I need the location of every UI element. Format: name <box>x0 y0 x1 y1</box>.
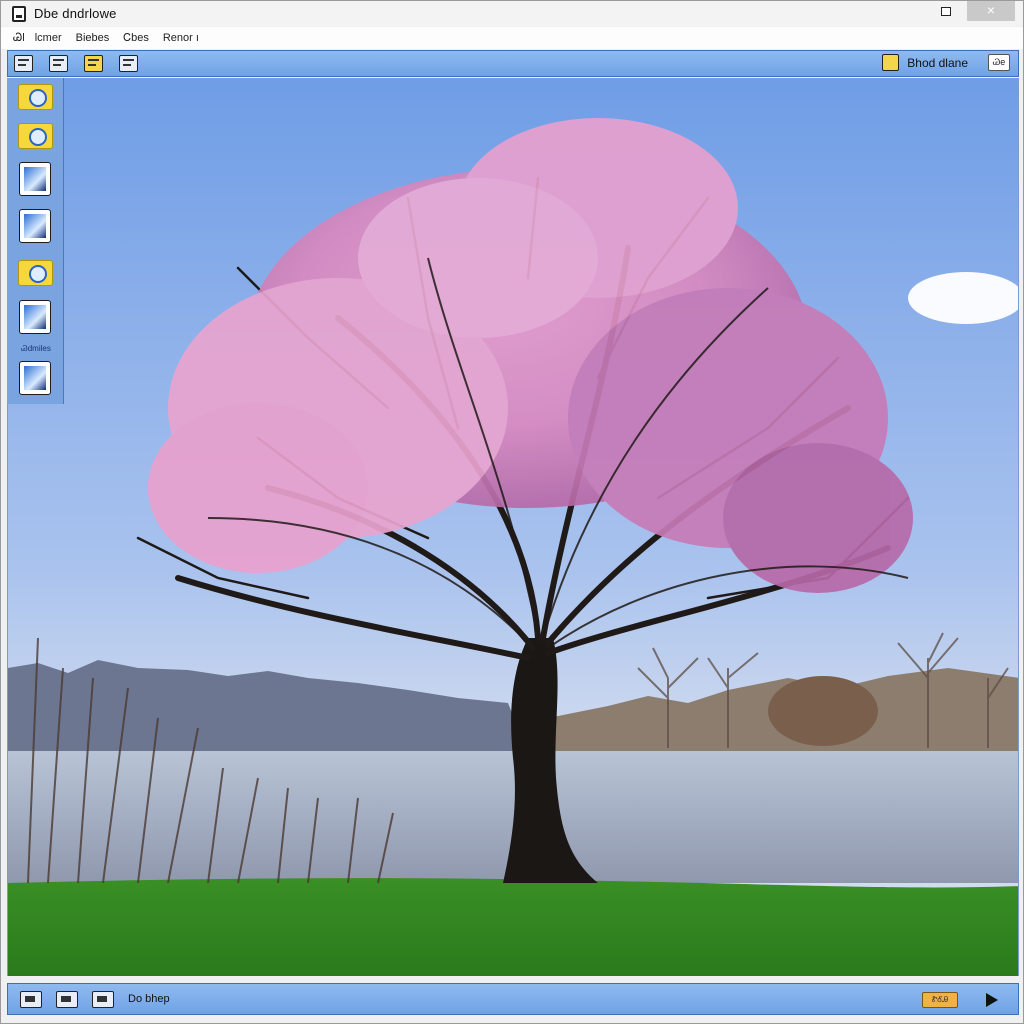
menu-bar: Ꮚl lcmer Biebes Ꮯbes Renor ı <box>1 27 1023 49</box>
close-button[interactable]: × <box>967 1 1015 21</box>
toolbar-right-group: Bhod dlane Ꮚe <box>882 54 1010 71</box>
side-tool-tag: Ꮚdmiles <box>21 344 51 353</box>
menu-item-3[interactable]: Biebes <box>76 32 110 44</box>
bush-right <box>768 676 878 746</box>
side-tool-picture-icon[interactable] <box>19 162 51 196</box>
menu-item-5[interactable]: Renor ı <box>163 32 199 44</box>
side-tool-panel: Ꮚdmiles <box>7 78 64 404</box>
toolbar-folder-icon[interactable] <box>882 54 900 71</box>
landscape-image <box>8 78 1018 976</box>
top-toolbar: Bhod dlane Ꮚe <box>7 50 1019 77</box>
toolbar-save-icon[interactable] <box>119 55 138 72</box>
restore-button[interactable] <box>941 7 951 16</box>
side-tool-search-icon[interactable] <box>18 123 53 149</box>
title-bar: Dbe dndrlowe × <box>1 1 1023 26</box>
meadow <box>8 878 1018 976</box>
side-tool-zoom-icon[interactable] <box>18 84 53 110</box>
side-tool-document-icon[interactable] <box>19 300 51 334</box>
menu-item-4[interactable]: Ꮯbes <box>123 32 149 45</box>
menu-item-1[interactable]: Ꮚl <box>13 32 25 45</box>
play-icon[interactable] <box>986 993 998 1007</box>
toolbar-window-icon[interactable] <box>49 55 68 72</box>
side-tool-gallery-icon[interactable] <box>19 361 51 395</box>
cloud <box>908 272 1018 324</box>
side-tool-refresh-icon[interactable] <box>18 260 53 286</box>
status-badge[interactable]: ᏑᎴᎯ <box>922 992 958 1008</box>
app-icon <box>12 5 26 22</box>
toolbar-right-label[interactable]: Bhod dlane <box>907 56 968 70</box>
status-photo-icon[interactable] <box>92 990 114 1008</box>
status-monitor-icon[interactable] <box>20 990 42 1008</box>
toolbar-mini-button[interactable]: Ꮚe <box>988 54 1010 71</box>
side-tool-monitor-icon[interactable] <box>19 209 51 243</box>
status-grid-icon[interactable] <box>56 990 78 1008</box>
app-window: Dbe dndrlowe × Ꮚl lcmer Biebes Ꮯbes Reno… <box>0 0 1024 1024</box>
status-bar: Do bhep ᏑᎴᎯ <box>7 983 1019 1015</box>
window-title: Dbe dndrlowe <box>34 6 117 21</box>
image-canvas[interactable] <box>7 78 1019 976</box>
toolbar-image-icon[interactable] <box>84 55 103 72</box>
menu-item-2[interactable]: lcmer <box>35 32 62 44</box>
status-text: Do bhep <box>128 993 170 1005</box>
toolbar-properties-icon[interactable] <box>14 55 33 72</box>
